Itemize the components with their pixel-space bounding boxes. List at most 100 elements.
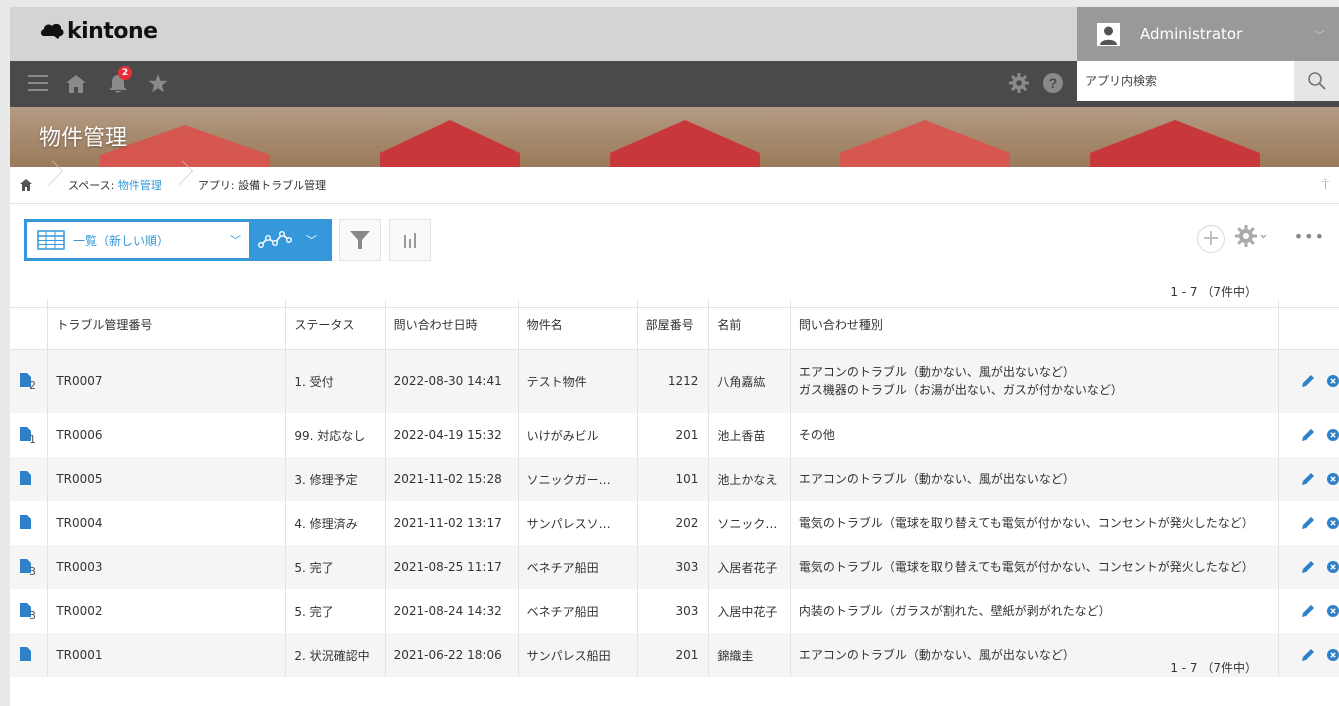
bar-chart-icon [404,233,416,248]
record-comment-count: 1 [29,432,36,446]
kintone-cloud-icon [41,23,64,39]
search-button[interactable] [1294,61,1339,101]
record-inquiry-type: 電気のトラブル（電球を取り替えても電気が付かない、コンセントが発火したなど） [789,501,1279,545]
star-favorites-icon[interactable] [148,74,168,93]
record-datetime: 2021-11-02 15:28 [384,457,519,501]
edit-pencil-icon[interactable] [1301,374,1315,388]
edit-pencil-icon[interactable] [1301,560,1315,574]
graph-button[interactable] [389,219,431,261]
app-search-input[interactable] [1077,61,1294,101]
record-icon-cell[interactable]: 1 [10,413,48,457]
record-property: ベネチア船田 [517,545,638,589]
delete-icon[interactable] [1326,473,1339,485]
record-document-icon[interactable]: 2 [20,372,36,392]
breadcrumb-separator [42,167,54,204]
edit-pencil-icon[interactable] [1301,604,1315,618]
delete-icon[interactable] [1326,517,1339,529]
graph-selector[interactable]: ﹀ [252,219,332,261]
record-document-icon[interactable]: 3 [20,558,36,578]
record-icon-cell[interactable]: 3 [10,589,48,633]
record-icon-cell[interactable]: 3 [10,545,48,589]
home-icon[interactable] [10,179,42,191]
header-cell[interactable]: 問い合わせ日時 [384,300,519,350]
help-icon[interactable]: ? [1043,73,1063,93]
record-icon-cell[interactable] [10,633,48,677]
add-record-button[interactable]: + [1197,225,1225,253]
record-room: 303 [636,589,709,633]
edit-pencil-icon[interactable] [1301,648,1315,662]
logo-text: kintone [67,19,158,44]
header-cell[interactable]: 問い合わせ種別 [789,300,1279,350]
table-row[interactable]: 1 TR0006 99. 対応なし 2022-04-19 15:32 いけがみビル 201… [10,413,1339,457]
record-room: 101 [636,457,709,501]
pin-icon[interactable]: ⍑ [1322,178,1329,193]
table-row[interactable]: TR0004 4. 修理済み 2021-11-02 13:17 サンパレスソ… 202 ソ… [10,501,1339,545]
home-icon[interactable] [66,75,86,93]
view-selector[interactable]: 一覧（新しい順） ﹀ [24,219,252,261]
breadcrumb-space[interactable]: スペース: 物件管理 [54,177,172,193]
header-cell[interactable]: ステータス [285,300,386,350]
record-id: TR0001 [47,633,286,677]
record-name: ソニック… [708,501,791,545]
record-property: テスト物件 [517,349,638,413]
record-status: 3. 修理予定 [285,457,386,501]
app-settings-gear-icon[interactable] [1235,225,1269,247]
delete-icon[interactable] [1326,429,1339,441]
table-row[interactable]: 3 TR0002 5. 完了 2021-08-24 14:32 ベネチア船田 303 入居中… [10,589,1339,633]
record-icon-cell[interactable] [10,501,48,545]
record-actions-cell [1277,633,1339,677]
record-icon-cell[interactable] [10,457,48,501]
record-status: 5. 完了 [285,545,386,589]
table-header-row: トラブル管理番号 ステータス 問い合わせ日時 物件名 部屋番号 名前 問い合わせ… [10,300,1339,350]
header-icon-col [10,300,48,350]
record-name: 入居者花子 [708,545,791,589]
record-document-icon[interactable]: 1 [20,426,36,446]
gear-settings-icon[interactable] [1009,73,1029,93]
pager-bottom: 1 - 7 （7件中） [1170,661,1257,675]
edit-pencil-icon[interactable] [1301,472,1315,486]
record-name: 八角嘉紘 [708,349,791,413]
edit-pencil-icon[interactable] [1301,428,1315,442]
breadcrumb-space-link[interactable]: 物件管理 [118,179,162,192]
header-cell[interactable]: 物件名 [517,300,638,350]
view-name: 一覧（新しい順） [73,233,170,248]
kintone-app-page: kintone Administrator ﹀ 2 ? アプリ内検索 物件管理 … [10,7,1339,706]
chevron-down-icon: ﹀ [230,234,241,247]
header-cell[interactable]: 部屋番号 [636,300,709,350]
delete-icon[interactable] [1326,649,1339,661]
delete-icon[interactable] [1326,561,1339,573]
record-property: ベネチア船田 [517,589,638,633]
record-actions-cell [1277,349,1339,413]
global-nav: 2 ? [10,61,1339,107]
table-view-icon [37,230,65,250]
kintone-logo[interactable]: kintone [40,19,158,44]
record-datetime: 2021-08-24 14:32 [384,589,519,633]
svg-text:?: ? [1049,75,1058,91]
delete-icon[interactable] [1326,375,1339,388]
hamburger-menu-icon[interactable] [28,74,48,92]
record-comment-count: 3 [29,608,36,622]
record-inquiry-type: その他 [789,413,1279,457]
record-datetime: 2021-11-02 13:17 [384,501,519,545]
edit-pencil-icon[interactable] [1301,516,1315,530]
user-menu[interactable]: Administrator ﹀ [1077,7,1339,61]
filter-button[interactable] [339,219,381,261]
record-status: 5. 完了 [285,589,386,633]
header-cell[interactable]: トラブル管理番号 [47,300,286,350]
record-document-icon[interactable]: 3 [20,602,36,622]
table-row[interactable]: TR0001 2. 状況確認中 2021-06-22 18:06 サンパレス船田 201… [10,633,1339,677]
table-row[interactable]: 2 TR0007 1. 受付 2022-08-30 14:41 テスト物件 1212 八角嘉… [10,349,1339,413]
space-title: 物件管理 [39,126,128,151]
record-inquiry-type: 内装のトラブル（ガラスが割れた、壁紙が剥がれたなど） [789,589,1279,633]
table-row[interactable]: 3 TR0003 5. 完了 2021-08-25 11:17 ベネチア船田 303 入居者… [10,545,1339,589]
record-document-icon[interactable] [20,646,33,662]
more-options-icon[interactable]: ••• [1294,227,1325,246]
record-document-icon[interactable] [20,470,33,486]
delete-icon[interactable] [1326,605,1339,617]
breadcrumb: スペース: 物件管理 アプリ: 設備トラブル管理 ⍑ [10,167,1339,204]
header-cell[interactable]: 名前 [708,300,791,350]
record-inquiry-type: 電気のトラブル（電球を取り替えても電気が付かない、コンセントが発火したなど） [789,545,1279,589]
record-document-icon[interactable] [20,514,33,530]
table-row[interactable]: TR0005 3. 修理予定 2021-11-02 15:28 ソニックガー… 101 池… [10,457,1339,501]
record-icon-cell[interactable]: 2 [10,349,48,413]
